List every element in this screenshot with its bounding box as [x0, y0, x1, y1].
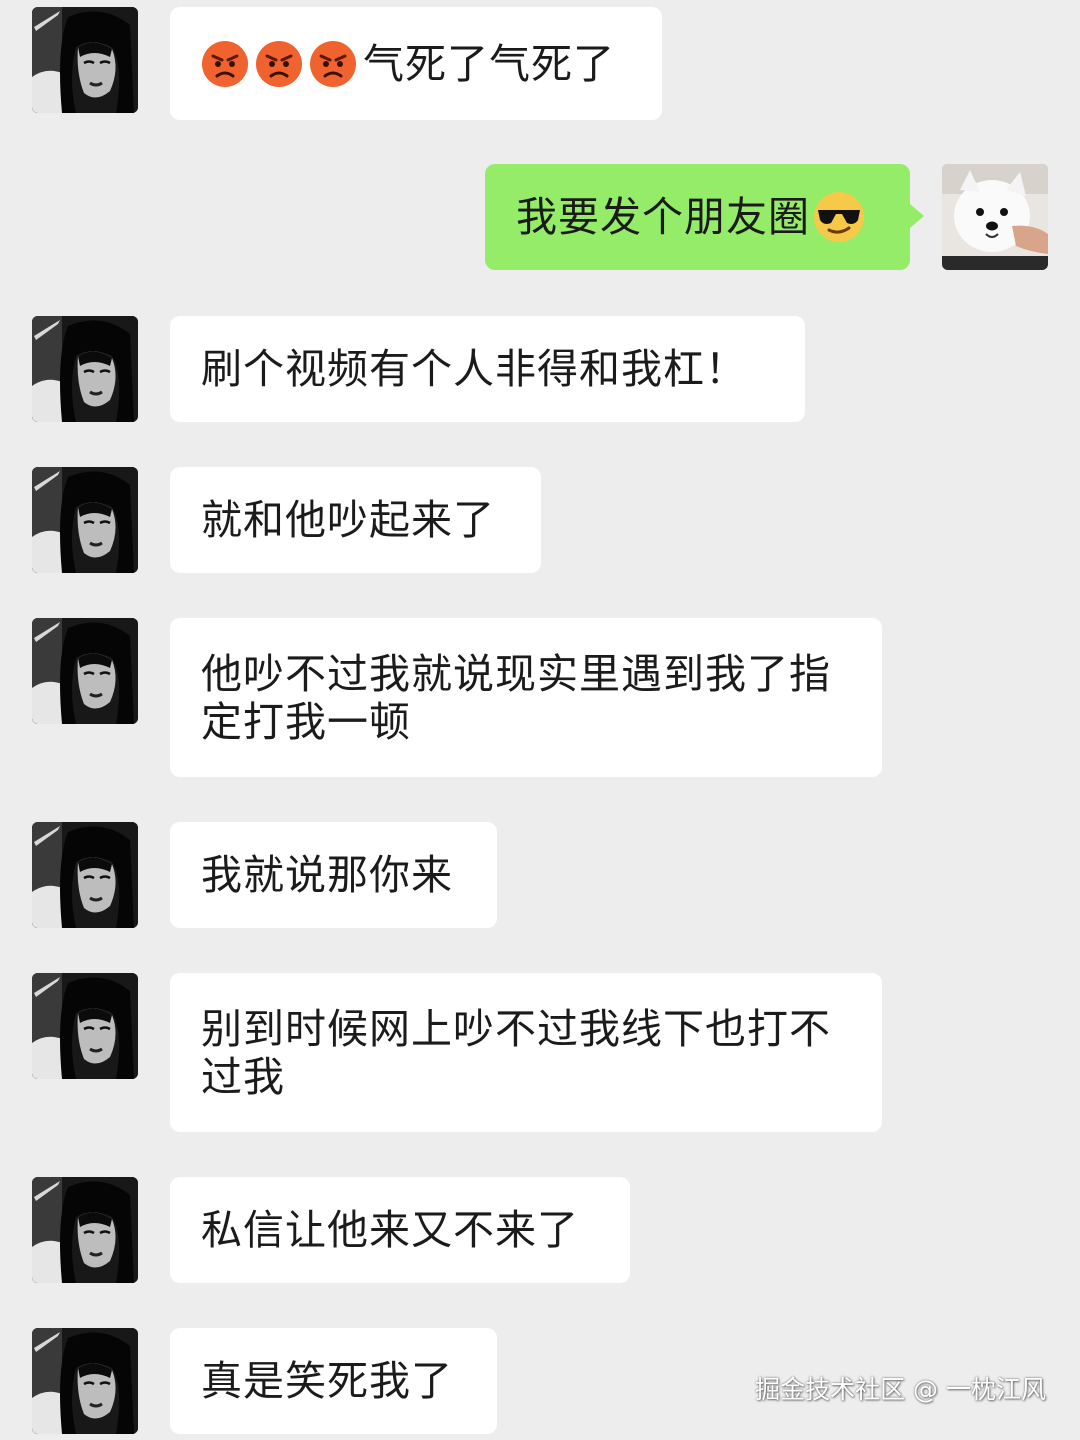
message-bubble[interactable]: 气死了气死了: [170, 7, 662, 120]
message-bubble[interactable]: 我要发个朋友圈: [485, 164, 924, 270]
my-avatar[interactable]: [942, 164, 1048, 270]
angry-face-icon: [309, 40, 357, 88]
angry-face-icon: [201, 40, 249, 88]
watermark: 掘金技术社区 @ 一枕江风: [755, 1375, 1046, 1404]
message-bubble[interactable]: 就和他吵起来了: [170, 467, 541, 573]
message-text: 刷个视频有个人非得和我杠！: [201, 345, 747, 393]
contact-avatar[interactable]: [32, 1177, 138, 1283]
contact-avatar[interactable]: [32, 467, 138, 573]
contact-avatar[interactable]: [32, 618, 138, 724]
angry-face-icon: [255, 40, 303, 88]
message-text: 就和他吵起来了: [201, 496, 495, 544]
message-bubble[interactable]: 私信让他来又不来了: [170, 1177, 630, 1283]
sunglasses-face-icon: [812, 190, 866, 244]
contact-avatar[interactable]: [32, 973, 138, 1079]
contact-avatar[interactable]: [32, 7, 138, 113]
message-bubble[interactable]: 我就说那你来: [170, 822, 497, 928]
message-bubble[interactable]: 刷个视频有个人非得和我杠！: [170, 316, 805, 422]
contact-avatar[interactable]: [32, 1328, 138, 1434]
message-text: 我就说那你来: [201, 851, 453, 899]
contact-avatar[interactable]: [32, 822, 138, 928]
message-text: 气死了气死了: [363, 39, 615, 88]
message-bubble[interactable]: 别到时候网上吵不过我线下也打不过我: [170, 973, 882, 1132]
message-text: 我要发个朋友圈: [516, 193, 810, 241]
message-bubble[interactable]: 他吵不过我就说现实里遇到我了指定打我一顿: [170, 618, 882, 777]
contact-avatar[interactable]: [32, 316, 138, 422]
message-text: 真是笑死我了: [201, 1357, 453, 1405]
message-text: 别到时候网上吵不过我线下也打不过我: [201, 1004, 831, 1101]
message-text: 他吵不过我就说现实里遇到我了指定打我一顿: [201, 649, 831, 746]
message-text: 私信让他来又不来了: [201, 1206, 579, 1254]
message-bubble[interactable]: 真是笑死我了: [170, 1328, 497, 1434]
